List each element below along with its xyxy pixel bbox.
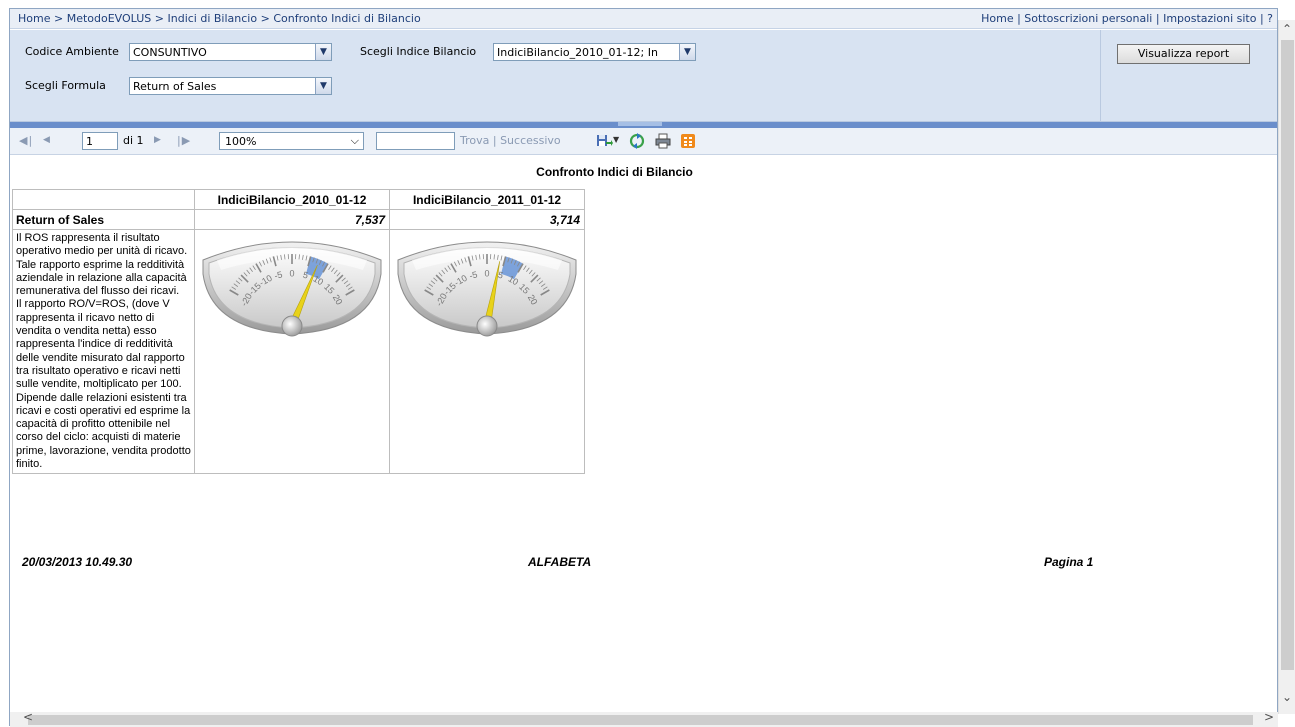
table-corner-cell xyxy=(12,189,195,210)
formula-value: Return of Sales xyxy=(133,80,217,93)
gauge-cell-2010: -20 -15 -10 -5 0 5 10 15 20 xyxy=(194,228,390,475)
site-settings-link[interactable]: Impostazioni sito xyxy=(1163,12,1256,25)
export-icon[interactable] xyxy=(595,132,613,150)
scroll-up-icon[interactable]: ⌃ xyxy=(1282,22,1292,36)
vertical-scroll-thumb[interactable] xyxy=(1281,40,1294,670)
gauge-chart-2011: -20-15-10 -5 0 5 101520 xyxy=(397,241,577,337)
find-next-link[interactable]: Successivo xyxy=(500,134,561,147)
ambiente-label: Codice Ambiente xyxy=(25,45,119,58)
chevron-down-icon[interactable]: ▼ xyxy=(679,44,695,60)
first-page-icon[interactable]: ◀ | xyxy=(19,134,32,147)
gauge-hub xyxy=(476,315,498,337)
footer-date: 20/03/2013 10.49.30 xyxy=(22,555,133,569)
gauge-cell-2011: -20 -15 -10 -5 0 5 10 15 20 xyxy=(389,228,585,475)
top-links: Home | Sottoscrizioni personali | Impost… xyxy=(981,12,1273,25)
breadcrumb-separator: > xyxy=(257,12,274,25)
scroll-left-icon[interactable]: < xyxy=(23,710,33,724)
gauge-tick xyxy=(479,254,481,260)
find-links: Trova | Successivo xyxy=(460,134,561,147)
description-paragraph: Il rapporto RO/V=ROS, (dove V rappresent… xyxy=(16,298,191,471)
column-header-2010: IndiciBilancio_2010_01-12 xyxy=(194,189,390,210)
table-row: Il ROS rappresenta il risultato operativ… xyxy=(12,228,585,475)
value-2011: 3,714 xyxy=(389,209,585,230)
view-report-button[interactable]: Visualizza report xyxy=(1117,44,1250,64)
page-count: di 1 xyxy=(123,134,144,147)
gauge-tick xyxy=(284,254,286,260)
formula-label: Scegli Formula xyxy=(25,79,106,92)
help-link[interactable]: ? xyxy=(1267,12,1273,25)
row-label: Return of Sales xyxy=(12,209,195,230)
last-page-icon[interactable]: | ▶ xyxy=(177,134,190,147)
comparison-table: IndiciBilancio_2010_01-12 IndiciBilancio… xyxy=(12,189,585,475)
gauge-hub xyxy=(281,315,303,337)
next-page-icon[interactable]: ▶ xyxy=(154,135,161,145)
indice-label: Scegli Indice Bilancio xyxy=(360,45,477,58)
export-dropdown-icon[interactable]: ▼ xyxy=(613,135,619,144)
page-number-input[interactable]: 1 xyxy=(82,132,118,150)
breadcrumb-bar: Home > MetodoEVOLUS > Indici di Bilancio… xyxy=(10,9,1277,29)
breadcrumb-metodoevolus[interactable]: MetodoEVOLUS xyxy=(67,12,152,25)
breadcrumb-separator: > xyxy=(151,12,168,25)
vertical-scrollbar[interactable] xyxy=(1278,20,1295,714)
data-feed-icon[interactable] xyxy=(679,132,697,150)
breadcrumb: Home > MetodoEVOLUS > Indici di Bilancio… xyxy=(18,12,421,25)
gauge-tick-label: 0 xyxy=(484,268,489,278)
indice-select[interactable]: IndiciBilancio_2010_01-12; In ▼ xyxy=(493,43,696,61)
gauge-tick xyxy=(298,254,300,260)
chevron-down-icon: ⌵ xyxy=(350,134,359,147)
find-input[interactable] xyxy=(376,132,455,150)
zoom-select[interactable]: 100% ⌵ xyxy=(219,132,364,150)
report-title: Confronto Indici di Bilancio xyxy=(536,165,693,179)
report-body: Confronto Indici di Bilancio IndiciBilan… xyxy=(10,156,1277,711)
ambiente-select[interactable]: CONSUNTIVO ▼ xyxy=(129,43,332,61)
collapse-grip[interactable] xyxy=(618,122,662,126)
column-header-2011: IndiciBilancio_2011_01-12 xyxy=(389,189,585,210)
home-link[interactable]: Home xyxy=(981,12,1013,25)
gauge-tick xyxy=(493,254,495,260)
table-header-row: IndiciBilancio_2010_01-12 IndiciBilancio… xyxy=(12,189,585,210)
zoom-value: 100% xyxy=(225,135,257,148)
gauge-chart-2010: -20-15-10 -5 0 5 101520 xyxy=(202,241,382,337)
breadcrumb-separator: > xyxy=(50,12,67,25)
params-divider xyxy=(1100,30,1101,122)
formula-select[interactable]: Return of Sales ▼ xyxy=(129,77,332,95)
table-row: Return of Sales 7,537 3,714 xyxy=(12,209,585,230)
footer-page: Pagina 1 xyxy=(1044,555,1094,569)
ambiente-value: CONSUNTIVO xyxy=(133,46,207,59)
subscriptions-link[interactable]: Sottoscrizioni personali xyxy=(1024,12,1152,25)
scroll-down-icon[interactable]: ⌄ xyxy=(1282,690,1292,704)
chevron-down-icon[interactable]: ▼ xyxy=(315,44,331,60)
breadcrumb-home[interactable]: Home xyxy=(18,12,50,25)
horizontal-scroll-thumb[interactable] xyxy=(28,715,1253,725)
value-2010: 7,537 xyxy=(194,209,390,230)
breadcrumb-indici[interactable]: Indici di Bilancio xyxy=(168,12,258,25)
description-paragraph: Il ROS rappresenta il risultato operativ… xyxy=(16,232,188,298)
scroll-right-icon[interactable]: > xyxy=(1264,710,1274,724)
find-link[interactable]: Trova xyxy=(460,134,489,147)
report-toolbar: ◀ | ◀ 1 di 1 ▶ | ▶ 100% ⌵ Trova | Succes… xyxy=(10,128,1277,155)
report-viewer-frame: Home > MetodoEVOLUS > Indici di Bilancio… xyxy=(9,8,1278,726)
gauge-tick-label: 0 xyxy=(289,268,294,278)
refresh-icon[interactable] xyxy=(628,132,646,150)
parameters-panel: Codice Ambiente CONSUNTIVO ▼ Scegli Indi… xyxy=(10,30,1277,122)
ros-description: Il ROS rappresenta il risultato operativ… xyxy=(12,228,195,475)
chevron-down-icon[interactable]: ▼ xyxy=(315,78,331,94)
print-icon[interactable] xyxy=(654,132,672,150)
footer-company: ALFABETA xyxy=(528,555,592,569)
horizontal-scrollbar[interactable] xyxy=(10,712,1278,727)
indice-value: IndiciBilancio_2010_01-12; In xyxy=(497,46,658,59)
previous-page-icon[interactable]: ◀ xyxy=(43,135,50,145)
report-title-wrap: Confronto Indici di Bilancio xyxy=(10,165,1277,179)
breadcrumb-current: Confronto Indici di Bilancio xyxy=(273,12,421,25)
